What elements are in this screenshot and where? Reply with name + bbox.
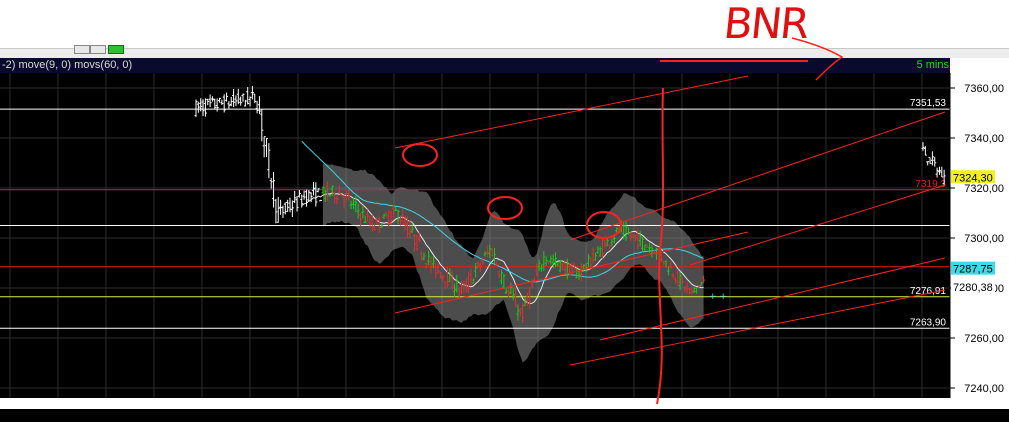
plot-area[interactable] <box>0 73 950 398</box>
axis-tick-label: 7260,00 <box>964 333 1004 345</box>
level-value-label: 7351,53 <box>910 98 947 109</box>
price-chart[interactable]: 7351,537319,37276,917263,90 + + 7240,007… <box>0 0 1009 422</box>
price-tag-label: 7280,38 <box>953 282 993 294</box>
lower-panel <box>0 409 1009 422</box>
level-value-label: 7263,90 <box>910 317 947 328</box>
axis-tick-label: 7320,00 <box>964 183 1004 195</box>
signal-marker: + + <box>709 292 727 302</box>
axis-tick-label: 7240,00 <box>964 383 1004 395</box>
axis-tick-label: 7300,00 <box>964 233 1004 245</box>
axis-tick-label: 7360,00 <box>964 83 1004 95</box>
level-value-label: 7319,3 <box>915 179 946 190</box>
axis-tick-label: 7340,00 <box>964 133 1004 145</box>
price-tag-label: 7324,30 <box>953 172 993 184</box>
price-tag-label: 7287,75 <box>953 264 993 276</box>
